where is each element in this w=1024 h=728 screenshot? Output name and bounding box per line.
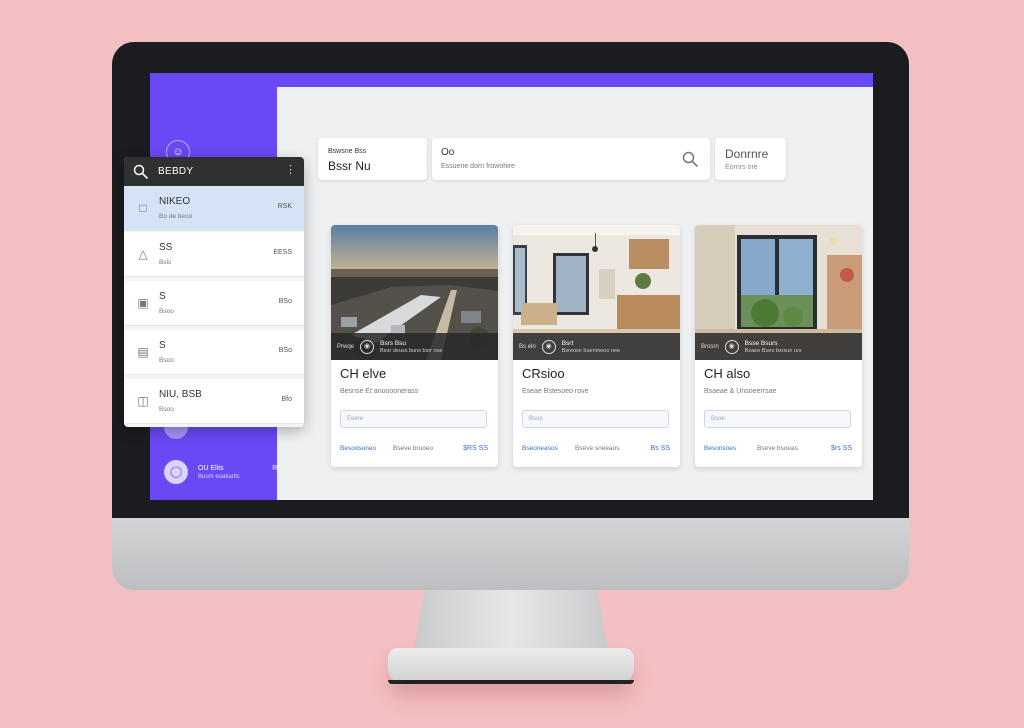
monitor-chin [112,518,909,590]
listing-price: Bs SS [650,445,670,452]
listing-link[interactable]: Besoosuneo [340,445,376,452]
dropdown-item-desc: Bsoo [159,357,174,364]
listing-tag: Bs elo [519,343,536,350]
box-icon: ▣ [137,296,149,310]
listing-overlay: Prwqe ◉ Bsrs Bsu Besr deuss buns bsrr os… [331,333,498,360]
dropdown-title: BEBDY [158,166,194,177]
search-dropdown: BEBDY ⋮ □ NIKEO Bo de beoo RSK △ SS Bsls… [124,157,304,427]
bag-icon: ▤ [137,345,149,359]
search-icon[interactable] [682,151,698,167]
listing-input[interactable]: Bsoe [704,410,851,428]
listing-title: CH elve [340,366,387,381]
listing-secondary-link[interactable]: Bseve sneeaos [575,445,619,452]
dropdown-item-name: SS [159,242,173,253]
location-label: Bswsne Bss [328,148,367,155]
listing-address-detail: Bsreose buenmeoo oee [561,347,621,354]
listing-address-detail: Besr deuss buns bsrr ose [380,347,443,354]
listing-price: $RS SS [463,445,488,452]
listing-card[interactable]: Bs elo ◉ Bsrt Bsreose buenmeoo oee CRsio… [513,225,680,467]
search-label: Oo [441,147,455,158]
listing-overlay: Bs elo ◉ Bsrt Bsreose buenmeoo oee [513,333,680,360]
dropdown-header: BEBDY ⋮ [124,157,304,186]
listing-link[interactable]: Besonsoes [704,445,736,452]
listing-overlay: Brosrn ◉ Bsse Bsurs Bsaee Bues bsrsuo ur… [695,333,862,360]
listing-price: $rs SS [830,445,852,452]
dropdown-item[interactable]: ▣ S Bsoo BSo [124,281,304,326]
search-button-sub: Eornrs ore [725,164,758,171]
monitor-stand [413,590,609,654]
listing-input[interactable]: Eeere [340,410,487,428]
avatar: ◯ [164,460,188,484]
search-button-label: Donrnre [725,147,769,161]
search-placeholder: Essuene dorn frowohire [441,163,515,170]
location-pin-icon: ◉ [724,339,739,354]
flask-icon: △ [138,247,148,261]
location-pin-icon: ◉ [360,339,375,354]
dropdown-item-name: S [159,340,166,351]
location-field[interactable]: Bswsne Bss Bssr Nu [318,138,427,180]
search-button[interactable]: Donrnre Eornrs ore [715,138,786,180]
dropdown-item-count: Bfo [281,396,292,403]
listing-address: Bsrt [561,339,574,347]
listing-secondary-link[interactable]: Bseve bsoeas [757,445,798,452]
listing-subtitle: Bsaeae & Unsoeerrsae [704,388,777,395]
search-input[interactable]: Oo Essuene dorn frowohire [432,138,710,180]
listing-subtitle: Eseae Bstesoeo rove [522,388,589,395]
listing-secondary-link[interactable]: Bseve bruoeo [393,445,433,452]
dropdown-item[interactable]: □ NIKEO Bo de beoo RSK [124,186,304,231]
dropdown-item-desc: Bsoo [159,406,174,413]
listing-tag: Brosrn [701,343,719,350]
search-icon[interactable] [133,164,148,179]
dropdown-item-name: NIU, BSB [159,389,202,400]
more-icon[interactable]: ⋮ [285,163,296,176]
listing-title: CH also [704,366,751,381]
sidebar-user-2[interactable]: ◯ OU Elits Buum eoatiartls RS [164,459,282,485]
dropdown-item[interactable]: △ SS Bsls EESS [124,232,304,277]
listing-subtitle: Besrise Et anoooonerass [340,388,419,395]
listing-address: Bsrs Bsu [380,339,407,347]
dropdown-item-desc: Bo de beoo [159,213,193,220]
listing-tag: Prwqe [337,343,355,350]
dropdown-item-count: RSK [277,203,292,210]
listing-card[interactable]: Brosrn ◉ Bsse Bsurs Bsaee Bues bsrsuo ur… [695,225,862,467]
listing-address-detail: Bsaee Bues bsrsuo urs [744,347,802,354]
listing-input[interactable]: Bsoe [522,410,669,428]
dropdown-item-desc: Bsoo [159,308,174,315]
dropdown-item[interactable]: ◫ NIU, BSB Bsoo Bfo [124,379,304,424]
dropdown-item-desc: Bsls [159,259,172,266]
sidebar-user-name: OU Elits [198,464,224,472]
listing-title: CRsioo [522,366,565,381]
main-content: Bswsne Bss Bssr Nu Oo Essuene dorn frowo… [277,87,873,500]
listing-card[interactable]: Prwqe ◉ Bsrs Bsu Besr deuss buns bsrr os… [331,225,498,467]
dropdown-item-name: S [159,291,166,302]
book-icon: ◫ [137,394,149,408]
location-value: Bssr Nu [328,159,371,173]
dropdown-item-name: NIKEO [159,196,191,207]
dropdown-item-count: EESS [273,249,292,256]
dropdown-item-count: BSo [278,347,292,354]
monitor-base [388,648,634,684]
bottle-icon: □ [139,201,147,215]
listing-link[interactable]: Bseoneasos [522,445,558,452]
sidebar-user-subtitle: Buum eoatiartls [198,473,240,480]
location-pin-icon: ◉ [541,339,556,354]
dropdown-item-count: BSo [278,298,292,305]
listing-address: Bsse Bsurs [744,339,778,347]
dropdown-item[interactable]: ▤ S Bsoo BSo [124,330,304,375]
